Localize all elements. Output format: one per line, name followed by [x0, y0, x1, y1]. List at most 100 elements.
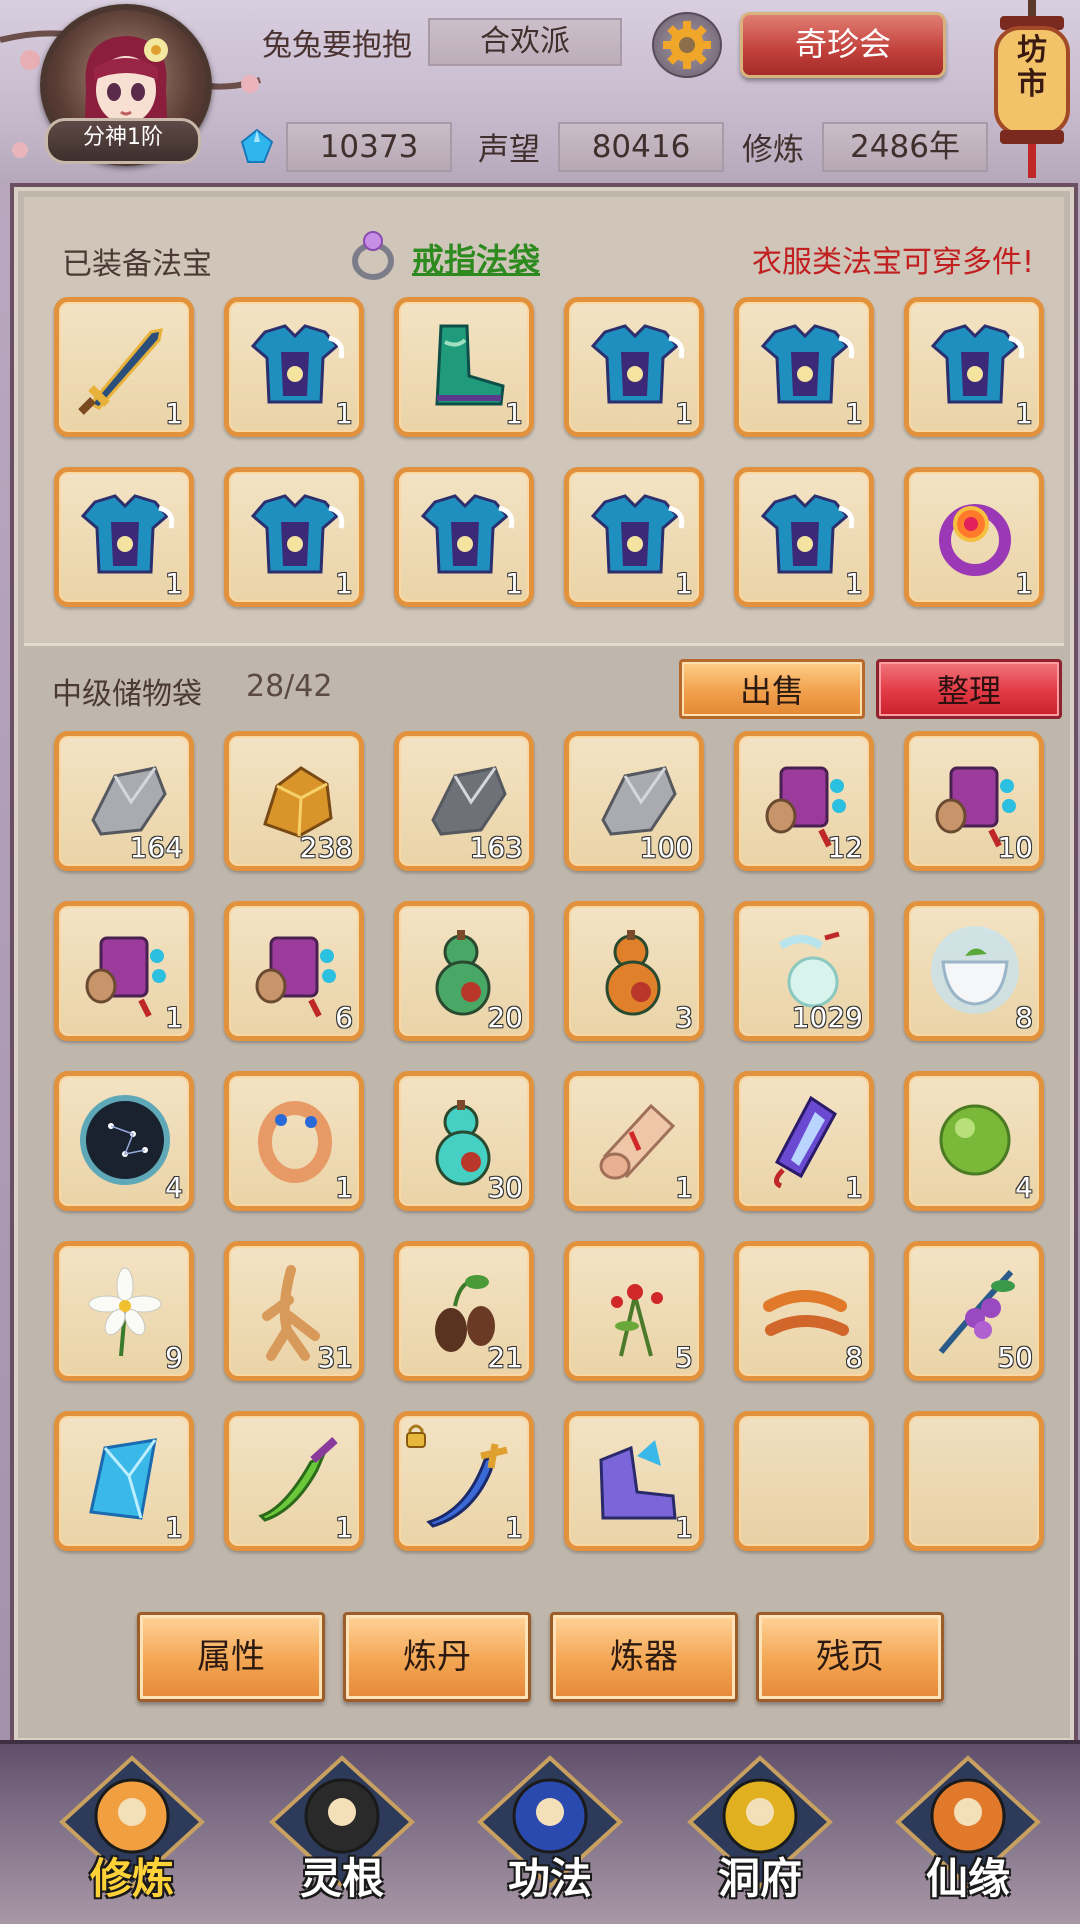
nav-tab-technique-book[interactable]: 功法	[470, 1752, 630, 1920]
inventory-slot[interactable]: 238	[224, 731, 364, 871]
item-count: 50	[997, 1341, 1033, 1374]
inventory-slot[interactable]: 1	[564, 297, 704, 437]
inventory-slot[interactable]: 1	[224, 297, 364, 437]
forging-button[interactable]: 炼器	[550, 1612, 738, 1702]
tea-bowl-icon	[931, 926, 1019, 1014]
inventory-slot[interactable]: 31	[224, 1241, 364, 1381]
inventory-slot[interactable]: 6	[224, 901, 364, 1041]
scroll-icon	[85, 936, 166, 1018]
lock-icon	[406, 1424, 426, 1448]
item-count: 1	[845, 397, 863, 430]
item-count: 1	[165, 1001, 183, 1034]
inventory-slot[interactable]: 1	[904, 297, 1044, 437]
inventory-slot[interactable]: 21	[394, 1241, 534, 1381]
prestige-label: 声望	[478, 132, 540, 168]
item-count: 3	[675, 1001, 693, 1034]
inventory-slot[interactable]: 30	[394, 1071, 534, 1211]
inventory-slot[interactable]: 1	[734, 297, 874, 437]
inventory-slot[interactable]: 1	[734, 467, 874, 607]
sword-icon	[78, 328, 163, 415]
inventory-slot[interactable]: 1	[54, 297, 194, 437]
robe-armor-icon	[250, 324, 345, 404]
inventory-slot[interactable]: 1	[224, 467, 364, 607]
nav-tab-label: 修炼	[89, 1854, 174, 1903]
boots-icon	[435, 324, 505, 406]
sort-button[interactable]: 整理	[876, 659, 1062, 719]
inventory-slot[interactable]: 1	[564, 467, 704, 607]
equipped-title: 已装备法宝	[62, 247, 212, 282]
inventory-slot[interactable]: 1	[394, 467, 534, 607]
paper-scroll-icon	[599, 1103, 676, 1180]
inventory-slot[interactable]: 50	[904, 1241, 1044, 1381]
item-count: 4	[165, 1171, 183, 1204]
inventory-slot[interactable]: 1	[734, 1071, 874, 1211]
attributes-button[interactable]: 属性	[137, 1612, 325, 1702]
inventory-slot[interactable]: 3	[564, 901, 704, 1041]
inventory-slot[interactable]: 4	[54, 1071, 194, 1211]
treasure-fair-button[interactable]: 奇珍会	[740, 12, 946, 78]
item-count: 8	[1015, 1001, 1033, 1034]
inventory-slot[interactable]: 1	[54, 901, 194, 1041]
inventory-slot[interactable]: 1	[564, 1411, 704, 1551]
item-count: 1	[675, 397, 693, 430]
inventory-slot[interactable]: 1	[54, 467, 194, 607]
inventory-slot[interactable]: 1	[564, 1071, 704, 1211]
market-sign-label: 坊市	[1017, 33, 1047, 102]
inventory-slot[interactable]: 163	[394, 731, 534, 871]
orange-gourd-icon	[605, 930, 661, 1016]
item-count: 1	[845, 1171, 863, 1204]
inventory-slot[interactable]: 1029	[734, 901, 874, 1041]
empty-slot[interactable]	[904, 1411, 1044, 1551]
item-count: 1	[675, 567, 693, 600]
talisman-icon	[774, 1095, 837, 1189]
empty-slot[interactable]	[734, 1411, 874, 1551]
sell-button[interactable]: 出售	[679, 659, 865, 719]
spirit-stone-count: 10373	[286, 122, 452, 172]
fragments-button[interactable]: 残页	[756, 1612, 944, 1702]
robe-armor-icon	[420, 494, 515, 574]
bracelet-icon	[258, 1101, 332, 1183]
settings-button[interactable]	[652, 12, 722, 78]
item-count: 4	[1015, 1171, 1033, 1204]
nav-tab-cave-mansion[interactable]: 洞府	[680, 1752, 840, 1920]
cultivation-label: 修炼	[742, 132, 804, 168]
bag-capacity: 28/42	[246, 669, 333, 704]
nav-tab-cultivation[interactable]: 修炼	[52, 1752, 212, 1920]
item-count: 31	[317, 1341, 353, 1374]
gear-icon	[663, 21, 711, 69]
ring-bag-link[interactable]: 戒指法袋	[412, 235, 540, 281]
white-flower-icon	[88, 1267, 162, 1357]
inventory-slot[interactable]: 1	[394, 297, 534, 437]
nav-tab-label: 灵根	[299, 1854, 384, 1903]
inventory-slot[interactable]: 1	[224, 1071, 364, 1211]
item-count: 1	[845, 567, 863, 600]
inventory-slot[interactable]: 1	[54, 1411, 194, 1551]
nav-tab-spirit-root[interactable]: 灵根	[262, 1752, 422, 1920]
inventory-slot[interactable]: 5	[564, 1241, 704, 1381]
inventory-panel: 已装备法宝 戒指法袋 衣服类法宝可穿多件! 1 1 1 1 1 1 1 1 1 1 1 1 中级储物袋…	[10, 183, 1078, 1746]
alchemy-button[interactable]: 炼丹	[343, 1612, 531, 1702]
inventory-slot[interactable]: 164	[54, 731, 194, 871]
robe-armor-icon	[590, 324, 685, 404]
item-count: 21	[487, 1341, 523, 1374]
inventory-slot[interactable]: 12	[734, 731, 874, 871]
inventory-slot[interactable]: 8	[904, 901, 1044, 1041]
nav-tab-fortune-gourd[interactable]: 仙缘	[888, 1752, 1048, 1920]
inventory-slot[interactable]: 20	[394, 901, 534, 1041]
inventory-slot[interactable]: 4	[904, 1071, 1044, 1211]
inventory-slot[interactable]: 1	[224, 1411, 364, 1551]
inventory-slot[interactable]: 1	[904, 467, 1044, 607]
inventory-slot[interactable]: 1	[394, 1411, 534, 1551]
item-count: 238	[299, 831, 353, 864]
item-count: 1	[335, 397, 353, 430]
inventory-slot[interactable]: 9	[54, 1241, 194, 1381]
item-count: 12	[827, 831, 863, 864]
item-count: 6	[335, 1001, 353, 1034]
item-count: 1	[165, 1511, 183, 1544]
item-count: 1	[675, 1511, 693, 1544]
inventory-slot[interactable]: 8	[734, 1241, 874, 1381]
item-count: 8	[845, 1341, 863, 1374]
robe-armor-icon	[80, 494, 175, 574]
inventory-slot[interactable]: 100	[564, 731, 704, 871]
inventory-slot[interactable]: 10	[904, 731, 1044, 871]
